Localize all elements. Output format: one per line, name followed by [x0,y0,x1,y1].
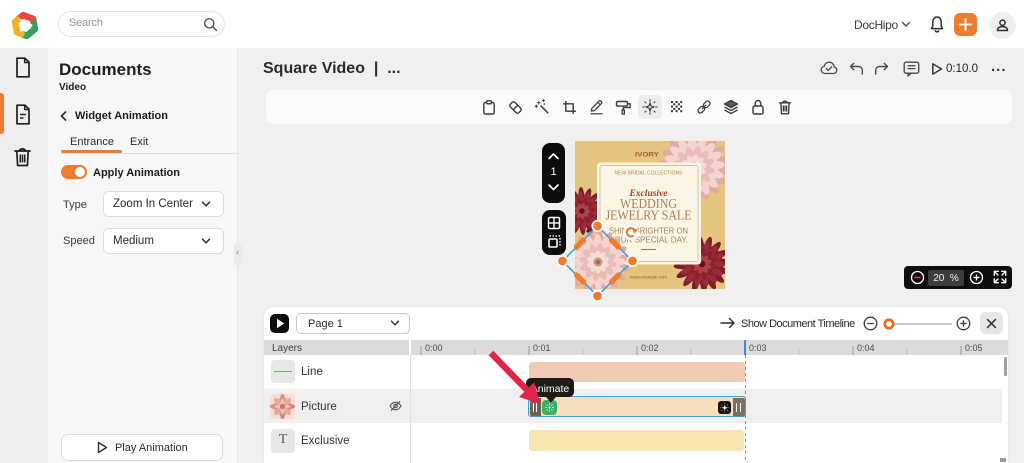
svg-text:0:03: 0:03 [749,343,767,353]
svg-text:IVORY: IVORY [635,151,660,158]
svg-text:0:05: 0:05 [965,343,983,353]
svg-text:0:00: 0:00 [425,343,443,353]
svg-text:0:02: 0:02 [641,343,659,353]
svg-text:0:04: 0:04 [857,343,875,353]
svg-text:NEW BRIDAL COLLECTIONS: NEW BRIDAL COLLECTIONS [615,171,684,177]
